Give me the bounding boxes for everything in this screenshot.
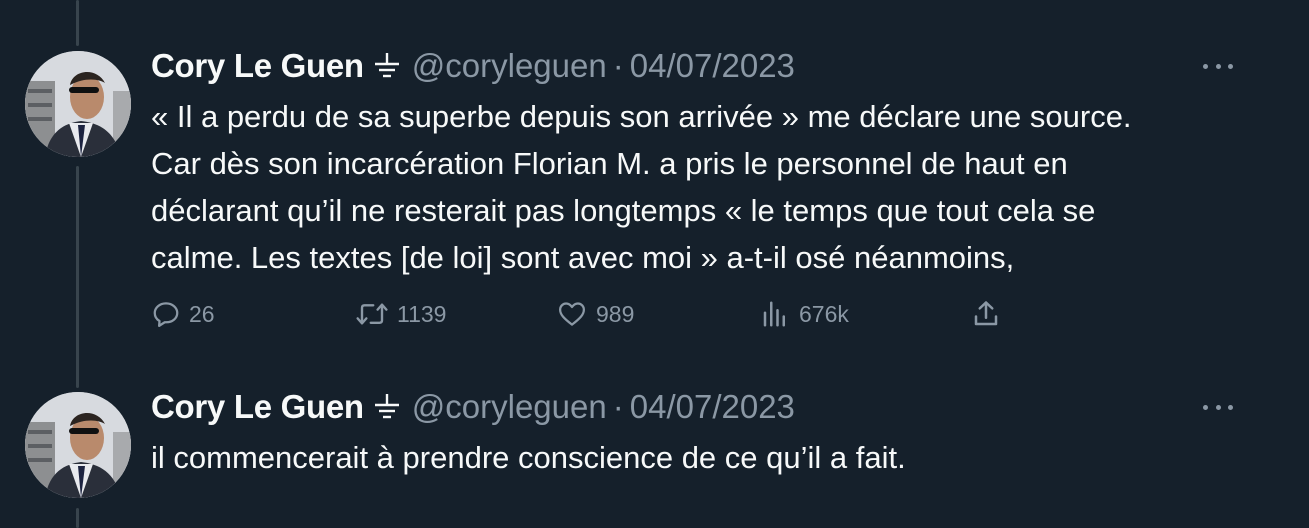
more-options-icon[interactable] — [1203, 61, 1233, 71]
tweet-1[interactable]: Cory Le Guen @coryleguen · 04/07/2023 « … — [0, 0, 1309, 370]
views-count: 676k — [799, 300, 849, 327]
share-icon — [974, 301, 998, 326]
tweet-text-line: calme. Les textes [de loi] sont avec moi… — [151, 240, 1015, 275]
ground-symbol-icon — [374, 392, 400, 422]
more-options-icon[interactable] — [1203, 402, 1233, 412]
author-handle[interactable]: @coryleguen — [412, 47, 607, 85]
avatar-photo — [25, 51, 131, 157]
reply-icon — [153, 302, 179, 327]
share-button[interactable] — [971, 296, 1009, 332]
views-button[interactable]: 676k — [759, 296, 849, 332]
tweet-header: Cory Le Guen @coryleguen · 04/07/2023 — [151, 387, 795, 427]
tweet-2[interactable]: Cory Le Guen @coryleguen · 04/07/2023 il… — [0, 370, 1309, 528]
tweet-actions: 26 1139 989 676k — [151, 296, 1011, 332]
reply-button[interactable]: 26 — [151, 296, 215, 332]
author-handle[interactable]: @coryleguen — [412, 388, 607, 426]
tweet-date[interactable]: 04/07/2023 — [630, 388, 795, 426]
avatar[interactable] — [25, 51, 131, 157]
tweet-text-line: « Il a perdu de sa superbe depuis son ar… — [151, 99, 1132, 134]
separator-dot: · — [612, 47, 624, 84]
author-name[interactable]: Cory Le Guen — [151, 388, 364, 426]
avatar[interactable] — [25, 392, 131, 498]
tweet-text: il commencerait à prendre conscience de … — [151, 434, 1251, 481]
tweet-text: « Il a perdu de sa superbe depuis son ar… — [151, 93, 1251, 281]
like-count: 989 — [596, 300, 635, 327]
tweet-text-line: déclarant qu’il ne resterait pas longtem… — [151, 193, 1096, 228]
tweet-text-line: il commencerait à prendre conscience de … — [151, 440, 906, 475]
separator-dot: · — [612, 388, 624, 425]
tweet-thread: Cory Le Guen @coryleguen · 04/07/2023 « … — [0, 0, 1309, 528]
avatar-photo — [25, 392, 131, 498]
heart-icon — [559, 302, 585, 326]
retweet-button[interactable]: 1139 — [355, 296, 446, 332]
author-name[interactable]: Cory Le Guen — [151, 47, 364, 85]
ground-symbol-icon — [374, 51, 400, 81]
reply-count: 26 — [189, 300, 215, 327]
tweet-date[interactable]: 04/07/2023 — [630, 47, 795, 85]
retweet-icon — [356, 303, 388, 325]
views-icon — [763, 301, 785, 327]
tweet-text-line: Car dès son incarcération Florian M. a p… — [151, 146, 1068, 181]
tweet-header: Cory Le Guen @coryleguen · 04/07/2023 — [151, 46, 795, 86]
retweet-count: 1139 — [397, 300, 447, 327]
like-button[interactable]: 989 — [556, 296, 634, 332]
